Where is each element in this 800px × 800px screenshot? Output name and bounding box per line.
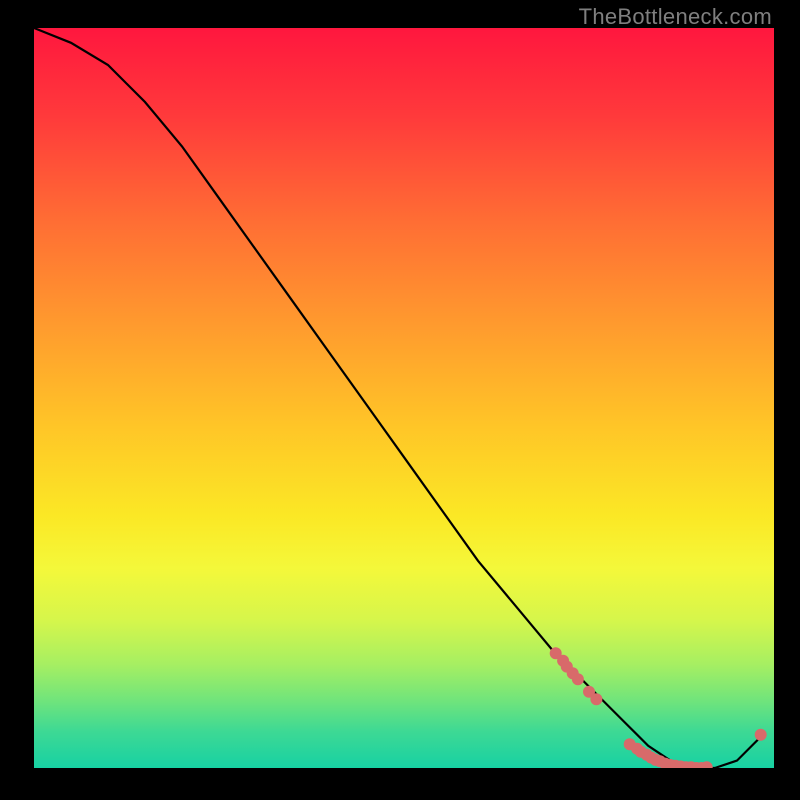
marker-dot xyxy=(572,673,584,685)
overlay-svg xyxy=(34,28,774,768)
marker-dot xyxy=(590,693,602,705)
marker-dot xyxy=(755,729,767,741)
plot-area xyxy=(34,28,774,768)
watermark-text: TheBottleneck.com xyxy=(579,4,772,30)
bottleneck-curve xyxy=(34,28,759,768)
chart-stage: TheBottleneck.com xyxy=(0,0,800,800)
marker-layer xyxy=(550,647,767,768)
